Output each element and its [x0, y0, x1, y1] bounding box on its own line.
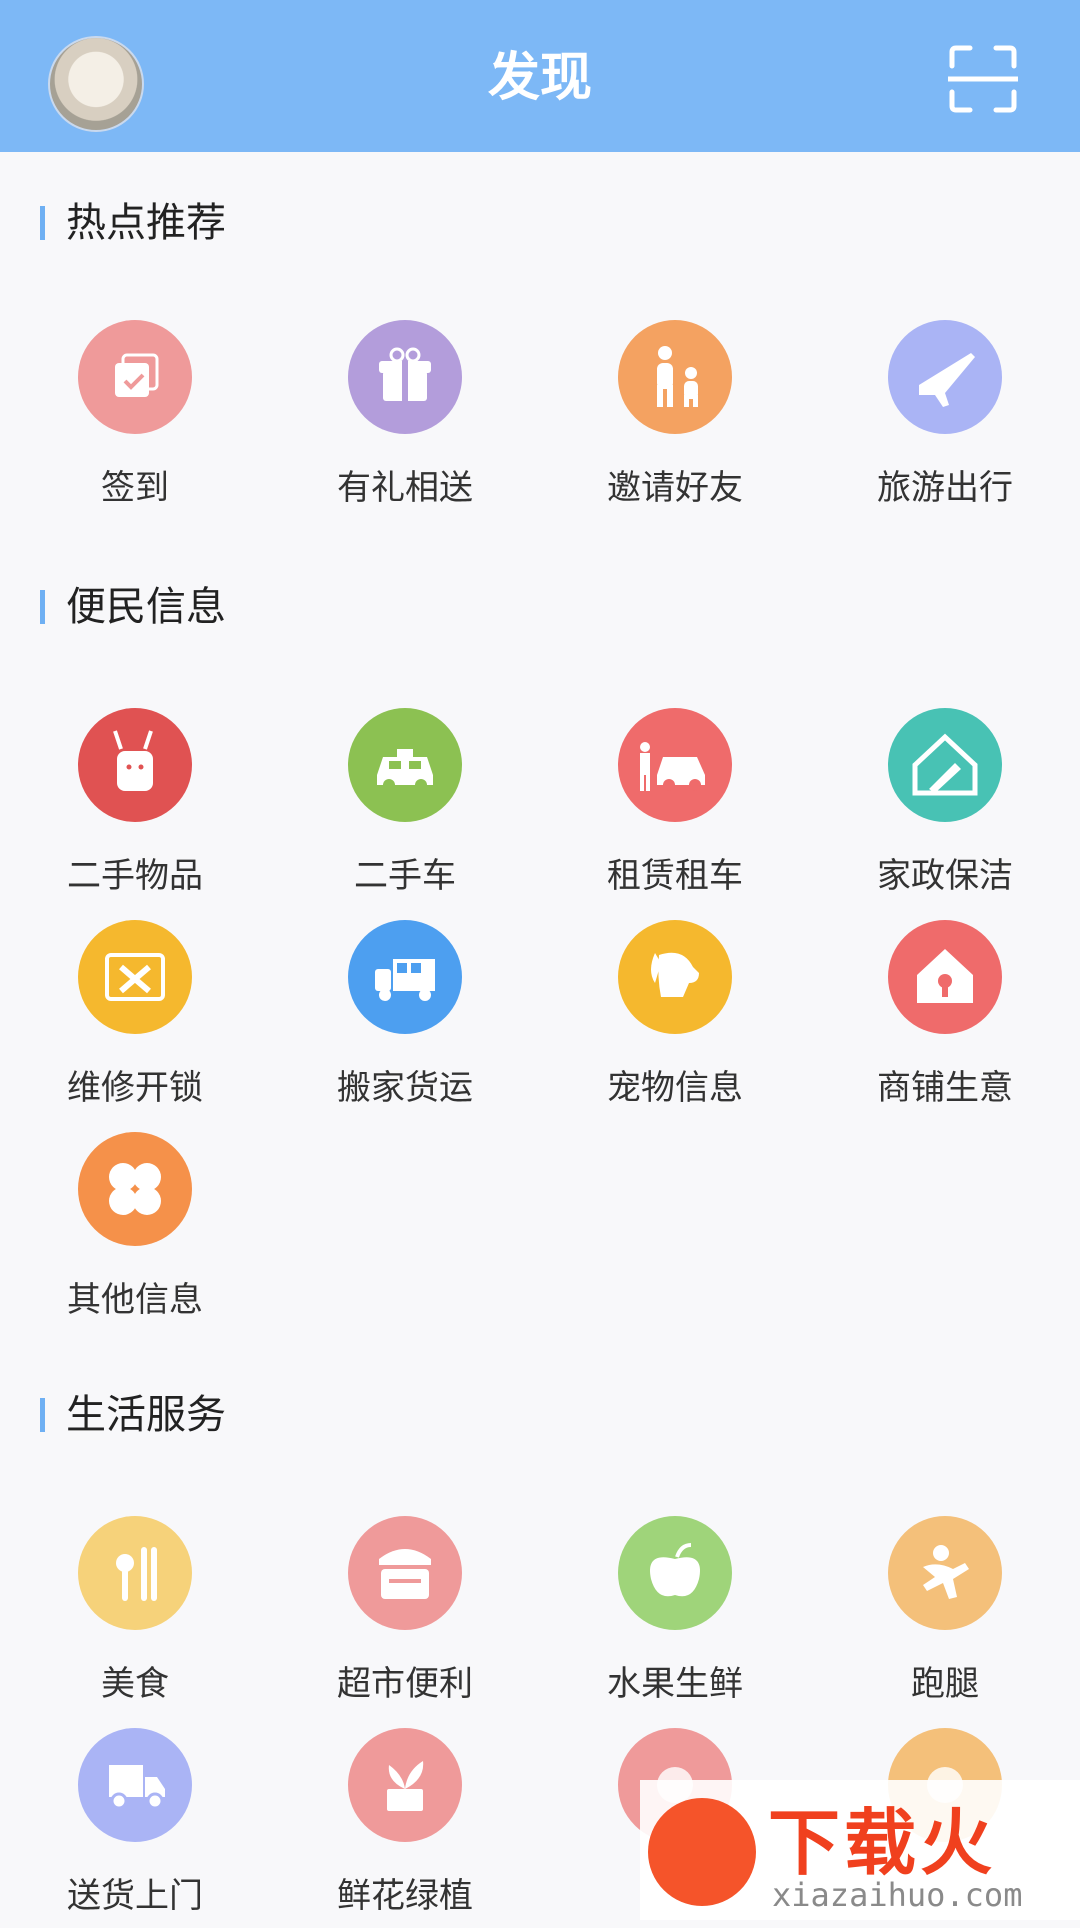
house-cleaning-icon	[888, 708, 1002, 822]
grid-item[interactable]: 租赁租车	[540, 708, 810, 908]
grid-item-label: 签到	[101, 468, 169, 508]
watermark-logo-icon	[648, 1798, 756, 1906]
grid-item[interactable]: 二手车	[270, 708, 540, 908]
apple-icon	[618, 1516, 732, 1630]
grid-item-label: 其他信息	[67, 1280, 203, 1320]
grid-item[interactable]: 鲜花绿植	[270, 1728, 540, 1928]
dog-icon	[618, 920, 732, 1034]
top-bar: 发现	[0, 0, 1080, 152]
secondhand-goods-icon	[78, 708, 192, 822]
grid-item-label: 旅游出行	[877, 468, 1013, 508]
car-rental-icon	[618, 708, 732, 822]
grid-item[interactable]: 有礼相送	[270, 320, 540, 520]
grid-item-label: 商铺生意	[877, 1068, 1013, 1108]
taxi-icon	[348, 708, 462, 822]
grid-item-label: 美食	[101, 1664, 169, 1704]
grid-item[interactable]: 商铺生意	[810, 920, 1080, 1120]
section-title-hot: 热点推荐	[40, 198, 226, 248]
grid-item[interactable]: 搬家货运	[270, 920, 540, 1120]
watermark-brand: 下载火	[768, 1801, 997, 1885]
grid-item[interactable]: 家政保洁	[810, 708, 1080, 908]
store-basket-icon	[348, 1516, 462, 1630]
moving-truck-icon	[348, 920, 462, 1034]
grid-item-label: 租赁租车	[607, 856, 743, 896]
grid-item-label: 有礼相送	[337, 468, 473, 508]
plant-icon	[348, 1728, 462, 1842]
grid-item-label: 水果生鲜	[607, 1664, 743, 1704]
grid-item-label: 超市便利	[337, 1664, 473, 1704]
checkin-icon	[78, 320, 192, 434]
airplane-icon	[888, 320, 1002, 434]
grid-item[interactable]: 签到	[0, 320, 270, 520]
watermark-url: xiazaihuo.com	[772, 1876, 1023, 1914]
clover-icon	[78, 1132, 192, 1246]
grid-item[interactable]: 美食	[0, 1516, 270, 1716]
grid-item-label: 维修开锁	[67, 1068, 203, 1108]
grid-item-label: 送货上门	[67, 1876, 203, 1916]
delivery-truck-icon	[78, 1728, 192, 1842]
grid-item-label: 邀请好友	[607, 468, 743, 508]
grid-item-label: 搬家货运	[337, 1068, 473, 1108]
cutlery-icon	[78, 1516, 192, 1630]
grid-item-label: 鲜花绿植	[337, 1876, 473, 1916]
watermark: 下载火 xiazaihuo.com	[640, 1780, 1080, 1920]
grid-item[interactable]: 其他信息	[0, 1132, 270, 1332]
grid-item[interactable]: 宠物信息	[540, 920, 810, 1120]
repair-tools-icon	[78, 920, 192, 1034]
grid-item[interactable]: 邀请好友	[540, 320, 810, 520]
grid-item[interactable]: 二手物品	[0, 708, 270, 908]
grid-item[interactable]: 维修开锁	[0, 920, 270, 1120]
gift-icon	[348, 320, 462, 434]
grid-item-label: 二手车	[354, 856, 456, 896]
grid-item-label: 跑腿	[911, 1664, 979, 1704]
runner-icon	[888, 1516, 1002, 1630]
invite-friends-icon	[618, 320, 732, 434]
grid-item-label: 二手物品	[67, 856, 203, 896]
grid-item[interactable]: 水果生鲜	[540, 1516, 810, 1716]
grid-item[interactable]: 超市便利	[270, 1516, 540, 1716]
grid-item-label: 家政保洁	[877, 856, 1013, 896]
grid-item[interactable]: 旅游出行	[810, 320, 1080, 520]
shop-house-icon	[888, 920, 1002, 1034]
grid-item[interactable]: 送货上门	[0, 1728, 270, 1928]
page-title: 发现	[487, 48, 592, 108]
section-title-life: 生活服务	[40, 1390, 226, 1440]
section-title-convenience: 便民信息	[40, 582, 226, 632]
scan-icon[interactable]	[948, 44, 1018, 114]
grid-item[interactable]: 跑腿	[810, 1516, 1080, 1716]
grid-item-label: 宠物信息	[607, 1068, 743, 1108]
